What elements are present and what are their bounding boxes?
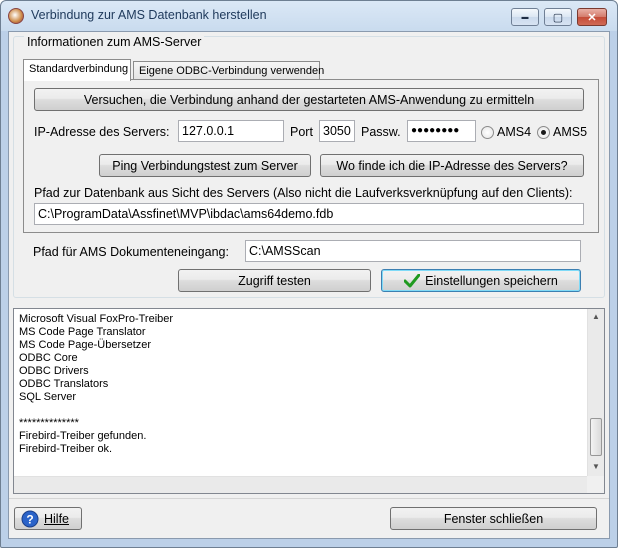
maximize-icon: ▢ — [552, 11, 564, 24]
minimize-button[interactable]: ▬ — [511, 8, 539, 26]
radio-ams5-label: AMS5 — [553, 125, 588, 139]
close-button[interactable]: ✕ — [577, 8, 607, 26]
detect-connection-button[interactable]: Versuchen, die Verbindung anhand der ges… — [34, 88, 584, 111]
title-bar[interactable]: Verbindung zur AMS Datenbank herstellen … — [1, 1, 617, 31]
ip-label: IP-Adresse des Servers: — [34, 125, 170, 139]
db-path-input[interactable]: C:\ProgramData\Assfinet\MVP\ibdac\ams64d… — [34, 203, 584, 225]
window-title: Verbindung zur AMS Datenbank herstellen — [31, 8, 267, 22]
doc-path-input[interactable]: C:\AMSScan — [245, 240, 581, 262]
where-ip-button[interactable]: Wo finde ich die IP-Adresse des Servers? — [320, 154, 584, 177]
radio-ams5[interactable] — [537, 126, 550, 139]
svg-text:?: ? — [26, 512, 33, 526]
log-line: Firebird-Treiber gefunden. — [19, 430, 147, 442]
client-area: Informationen zum AMS-Server Standardver… — [8, 31, 610, 539]
log-line: Microsoft Visual FoxPro-Treiber — [19, 313, 174, 325]
help-button[interactable]: ? Hilfe — [14, 507, 82, 530]
log-line: Firebird-Treiber ok. — [19, 443, 113, 455]
log-horizontal-scrollbar[interactable] — [14, 476, 588, 493]
port-label: Port — [290, 125, 313, 139]
group-title: Informationen zum AMS-Server — [24, 35, 205, 49]
dialog-window: Verbindung zur AMS Datenbank herstellen … — [0, 0, 618, 548]
minimize-icon: ▬ — [521, 13, 529, 21]
ping-test-button[interactable]: Ping Verbindungstest zum Server — [99, 154, 311, 177]
footer-divider — [9, 498, 609, 499]
log-line: ODBC Core — [19, 352, 78, 364]
log-output[interactable]: Microsoft Visual FoxPro-Treiber MS Code P… — [13, 308, 605, 494]
log-line: ODBC Drivers — [19, 365, 89, 377]
log-lines: Microsoft Visual FoxPro-Treiber MS Code P… — [19, 313, 173, 456]
log-line: SQL Server — [19, 391, 77, 403]
scroll-down-icon[interactable]: ▼ — [592, 462, 600, 471]
maximize-button[interactable]: ▢ — [544, 8, 572, 26]
password-input[interactable]: ●●●●●●●● — [407, 120, 476, 142]
tab-panel-standard: Versuchen, die Verbindung anhand der ges… — [23, 79, 599, 233]
scroll-thumb[interactable] — [590, 418, 602, 456]
radio-ams4-label: AMS4 — [497, 125, 532, 139]
ip-input[interactable]: 127.0.0.1 — [178, 120, 284, 142]
help-label: Hilfe — [44, 511, 70, 526]
scrollbar-corner — [587, 476, 604, 493]
radio-ams4[interactable] — [481, 126, 494, 139]
save-settings-label: Einstellungen speichern — [425, 273, 558, 288]
log-line: MS Code Page Translator — [19, 326, 146, 338]
db-path-label: Pfad zur Datenbank aus Sicht des Servers… — [34, 186, 573, 200]
test-access-button[interactable]: Zugriff testen — [178, 269, 371, 292]
save-settings-button[interactable]: Einstellungen speichern — [381, 269, 581, 292]
password-label: Passw. — [361, 125, 401, 139]
log-line: ************** — [19, 417, 79, 429]
close-icon: ✕ — [587, 11, 597, 24]
port-input[interactable]: 3050 — [319, 120, 355, 142]
close-window-button[interactable]: Fenster schließen — [390, 507, 597, 530]
doc-path-label: Pfad für AMS Dokumenteneingang: — [33, 245, 229, 259]
log-vertical-scrollbar[interactable]: ▲ ▼ — [587, 309, 604, 476]
tab-odbc-verbindung[interactable]: Eigene ODBC-Verbindung verwenden — [133, 61, 324, 80]
checkmark-icon — [404, 273, 421, 287]
tab-standardverbindung[interactable]: Standardverbindung — [23, 59, 131, 81]
scroll-up-icon[interactable]: ▲ — [592, 312, 600, 321]
log-line: ODBC Translators — [19, 378, 109, 390]
log-line: MS Code Page-Übersetzer — [19, 339, 152, 351]
app-icon — [8, 8, 24, 24]
server-info-group: Informationen zum AMS-Server Standardver… — [13, 35, 605, 298]
help-icon: ? — [21, 510, 39, 527]
